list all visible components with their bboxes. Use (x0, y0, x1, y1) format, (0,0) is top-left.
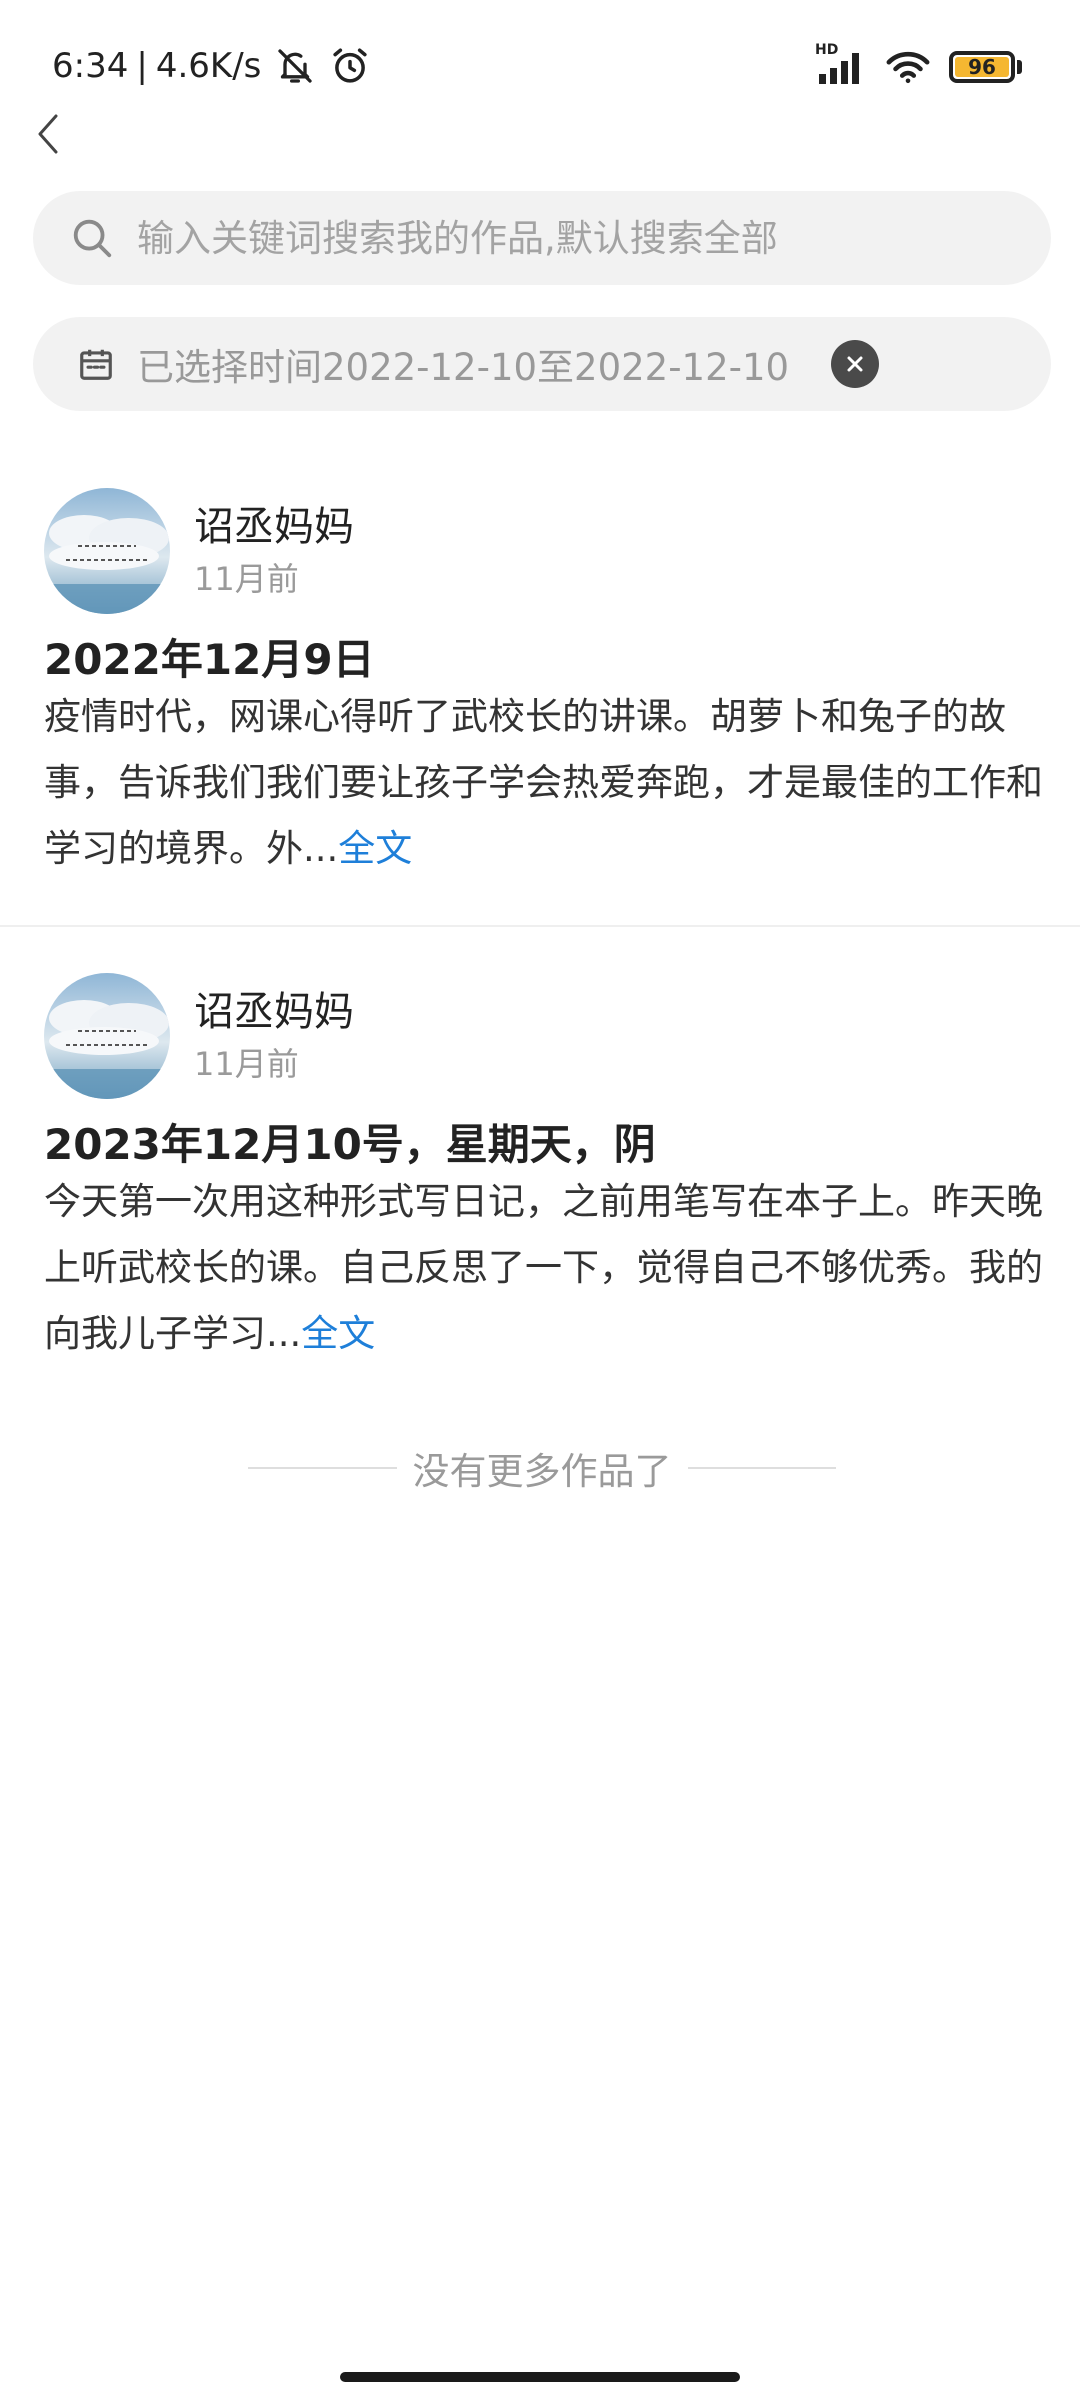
bell-off-icon (275, 46, 315, 86)
date-filter-label: 已选择时间2022-12-10至2022-12-10 (137, 346, 790, 389)
post-excerpt-text: 疫情时代，网课心得听了武校长的讲课。胡萝卜和兔子的故事，告诉我们我们要让孩子学会… (44, 695, 1043, 870)
back-button[interactable] (36, 108, 76, 160)
status-left: 6:34 | 4.6K/s (52, 40, 371, 92)
author-name[interactable]: 诏丞妈妈 (194, 979, 354, 1037)
status-separator: | (136, 46, 148, 86)
battery-level: 96 (968, 55, 996, 79)
post-title[interactable]: 2023年12月10号，星期天，阴 (44, 1111, 656, 1172)
post-title[interactable]: 2022年12月9日 (44, 626, 375, 687)
post-time: 11月前 (194, 560, 299, 598)
avatar (44, 488, 170, 614)
close-icon (847, 356, 863, 372)
alarm-icon (329, 45, 371, 87)
post-time: 11月前 (194, 1045, 299, 1083)
end-divider-right (687, 1467, 836, 1469)
read-more-link[interactable]: 全文 (338, 827, 412, 870)
post-excerpt[interactable]: 今天第一次用这种形式写日记，之前用笔写在本子上。昨天晚上听武校长的课。自己反思了… (44, 1169, 1044, 1367)
status-bar: 6:34 | 4.6K/s HD 96 (0, 0, 1080, 130)
post-item[interactable]: 诏丞妈妈 11月前 2023年12月10号，星期天，阴 今天第一次用这种形式写日… (0, 973, 1080, 1373)
calendar-icon (77, 345, 115, 383)
search-bar[interactable] (33, 191, 1051, 285)
divider (0, 925, 1080, 927)
network-type-label: HD (815, 42, 839, 58)
search-input[interactable] (137, 216, 1051, 260)
status-right: HD 96 (799, 42, 1022, 90)
post-item[interactable]: 诏丞妈妈 11月前 2022年12月9日 疫情时代，网课心得听了武校长的讲课。胡… (0, 488, 1080, 888)
end-divider-left (248, 1467, 397, 1469)
author-name[interactable]: 诏丞妈妈 (194, 494, 354, 552)
battery-tip (1017, 60, 1022, 74)
read-more-link[interactable]: 全文 (301, 1312, 375, 1355)
signal-icon: HD (815, 42, 867, 84)
status-time: 6:34 (52, 46, 129, 86)
end-message: 没有更多作品了 (412, 1450, 672, 1493)
wifi-icon (885, 49, 931, 85)
date-filter-bar[interactable]: 已选择时间2022-12-10至2022-12-10 (33, 317, 1051, 411)
post-excerpt-text: 今天第一次用这种形式写日记，之前用笔写在本子上。昨天晚上听武校长的课。自己反思了… (44, 1180, 1043, 1355)
end-of-list: 没有更多作品了 (248, 1440, 836, 1496)
avatar (44, 973, 170, 1099)
battery-body: 96 (949, 51, 1015, 83)
chevron-left-icon (38, 114, 58, 154)
search-icon (69, 215, 115, 261)
post-excerpt[interactable]: 疫情时代，网课心得听了武校长的讲课。胡萝卜和兔子的故事，告诉我们我们要让孩子学会… (44, 684, 1044, 882)
network-speed: 4.6K/s (155, 46, 262, 86)
home-indicator[interactable] (340, 2372, 740, 2382)
clear-filter-button[interactable] (831, 340, 880, 388)
battery-icon: 96 (949, 51, 1022, 83)
